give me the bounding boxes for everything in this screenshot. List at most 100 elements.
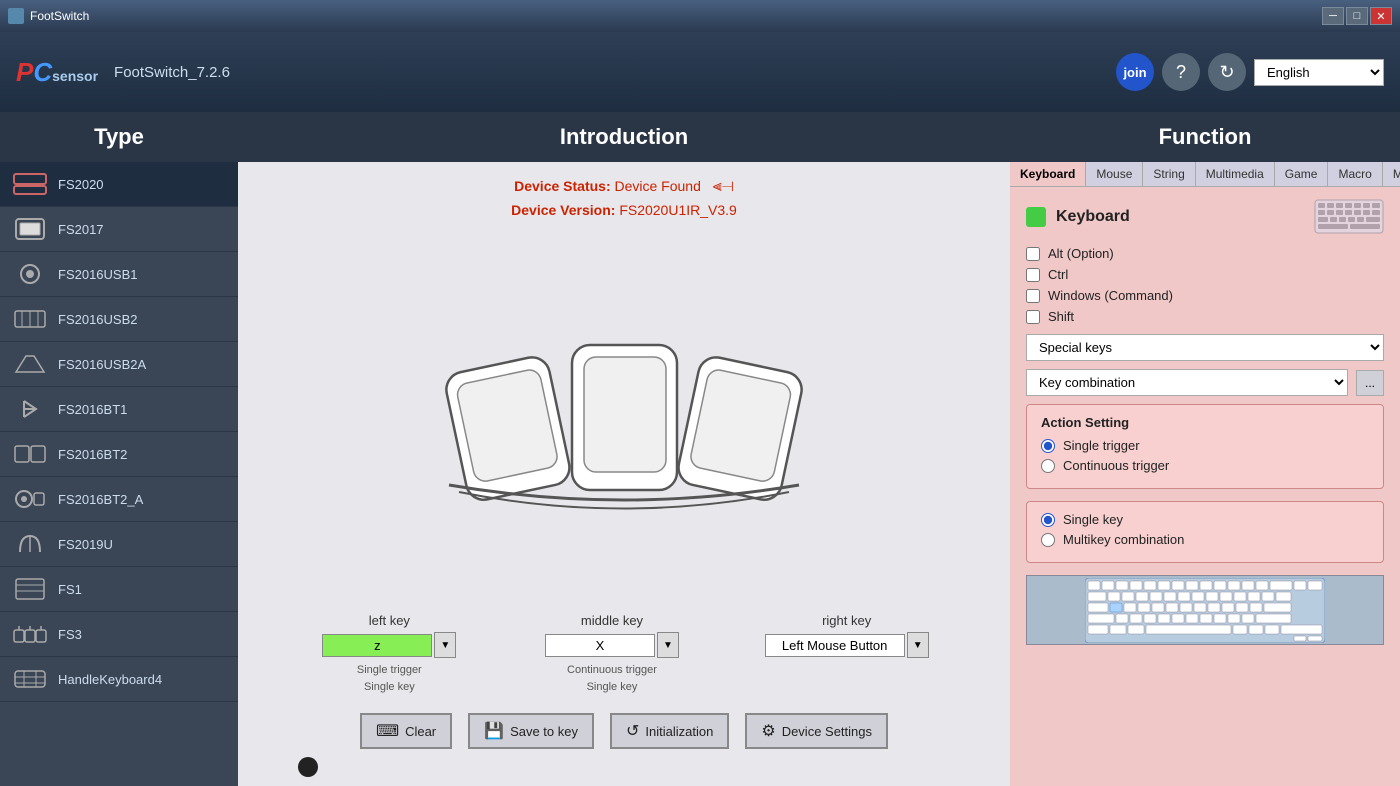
initialization-button[interactable]: ↺ Initialization [610, 713, 729, 749]
action-setting-title: Action Setting [1041, 415, 1369, 430]
logo: PCsensor [16, 57, 98, 88]
keyboard-panel: Keyboard [1010, 187, 1400, 786]
type-header: Type [0, 112, 238, 162]
function-tabs: Keyboard Mouse String Multimedia Game Ma… [1010, 162, 1400, 187]
action-setting-box2: Single key Multikey combination [1026, 501, 1384, 563]
right-key-label: right key [822, 613, 871, 628]
sidebar-icon-handlekeyboard4 [12, 665, 48, 693]
multikey-radio[interactable] [1041, 533, 1055, 547]
tab-mouse[interactable]: Mouse [1086, 162, 1143, 186]
sidebar-icon-fs2016bt1 [12, 395, 48, 423]
right-key-input[interactable] [765, 634, 905, 657]
action-setting-box: Action Setting Single trigger Continuous… [1026, 404, 1384, 489]
right-key-dropdown[interactable]: ▼ [907, 632, 929, 658]
titlebar: FootSwitch ─ □ ✕ [0, 0, 1400, 32]
ctrl-checkbox[interactable] [1026, 268, 1040, 282]
sidebar-item-fs2017[interactable]: FS2017 [0, 207, 238, 252]
sidebar-item-fs2016usb1[interactable]: FS2016USB1 [0, 252, 238, 297]
special-keys-select[interactable]: Special keys F1F2F3F4 F5EscapeEnter TabB… [1026, 334, 1384, 361]
single-key-row: Single key [1041, 512, 1369, 527]
single-trigger-radio[interactable] [1041, 439, 1055, 453]
tab-multimedia[interactable]: Multimedia [1196, 162, 1275, 186]
sidebar-item-fs2016bt1[interactable]: FS2016BT1 [0, 387, 238, 432]
main-layout: Type FS2020FS2017 FS2016USB1 FS2016USB2 FS2… [0, 112, 1400, 786]
left-key-input[interactable] [322, 634, 432, 657]
sidebar-label-fs2016usb1: FS2016USB1 [58, 267, 138, 282]
sidebar-icon-fs2020 [12, 170, 48, 198]
settings-icon: ⚙ [761, 721, 775, 741]
device-status-label: Device Status: [514, 178, 614, 194]
language-select[interactable]: English Chinese German French Spanish [1254, 59, 1384, 86]
shift-label: Shift [1048, 309, 1074, 324]
shift-checkbox[interactable] [1026, 310, 1040, 324]
sidebar-item-fs2016bt2_a[interactable]: FS2016BT2_A [0, 477, 238, 522]
ctrl-label: Ctrl [1048, 267, 1068, 282]
tab-game[interactable]: Game [1275, 162, 1329, 186]
sidebar-label-fs2016bt1: FS2016BT1 [58, 402, 127, 417]
windows-checkbox[interactable] [1026, 289, 1040, 303]
sidebar-item-fs2020[interactable]: FS2020 [0, 162, 238, 207]
device-version-value: FS2020U1IR_V3.9 [619, 202, 737, 218]
center-panel: Introduction Device Status: Device Found… [238, 112, 1010, 786]
single-key-label: Single key [1063, 512, 1123, 527]
left-key-trigger-info: Single triggerSingle key [357, 662, 422, 695]
device-settings-button[interactable]: ⚙ Device Settings [745, 713, 888, 749]
device-info: Device Status: Device Found ⫷⊣ Device Ve… [238, 162, 1010, 226]
device-version-label: Device Version: [511, 202, 619, 218]
tab-keyboard[interactable]: Keyboard [1010, 162, 1086, 186]
help-button[interactable]: ? [1162, 53, 1200, 91]
middle-key-column: middle key ▼ Continuous triggerSingle ke… [542, 613, 682, 695]
middle-key-input[interactable] [545, 634, 655, 657]
close-button[interactable]: ✕ [1370, 7, 1392, 25]
left-key-dropdown[interactable]: ▼ [434, 632, 456, 658]
save-label: Save to key [510, 724, 578, 739]
keyboard-preview-icon [1314, 199, 1384, 234]
sidebar-item-fs2016usb2[interactable]: FS2016USB2 [0, 297, 238, 342]
modifier-ctrl-row: Ctrl [1026, 267, 1384, 282]
save-icon: 💾 [484, 721, 504, 741]
middle-key-dropdown[interactable]: ▼ [657, 632, 679, 658]
sidebar-item-fs2016usb2a[interactable]: FS2016USB2A [0, 342, 238, 387]
sidebar-icon-fs3 [12, 620, 48, 648]
multikey-row: Multikey combination [1041, 532, 1369, 547]
single-key-radio[interactable] [1041, 513, 1055, 527]
modifier-windows-row: Windows (Command) [1026, 288, 1384, 303]
header-icons: join ? ↻ English Chinese German French S… [1116, 53, 1384, 91]
sidebar-item-fs2019u[interactable]: FS2019U [0, 522, 238, 567]
clear-button[interactable]: ⌨ Clear [360, 713, 452, 749]
tab-macro[interactable]: Macro [1328, 162, 1382, 186]
modifier-alt-row: Alt (Option) [1026, 246, 1384, 261]
refresh-button[interactable]: ↻ [1208, 53, 1246, 91]
sidebar-item-fs1[interactable]: FS1 [0, 567, 238, 612]
sidebar-label-fs3: FS3 [58, 627, 82, 642]
sidebar-item-fs2016bt2[interactable]: FS2016BT2 [0, 432, 238, 477]
key-combination-select[interactable]: Key combination Single key Multikey comb… [1026, 369, 1348, 396]
sidebar-label-fs2016usb2a: FS2016USB2A [58, 357, 146, 372]
sidebar-icon-fs2017 [12, 215, 48, 243]
tab-midi[interactable]: MIDI [1383, 162, 1400, 186]
save-to-key-button[interactable]: 💾 Save to key [468, 713, 594, 749]
minimize-button[interactable]: ─ [1322, 7, 1344, 25]
usb-icon: ⫷⊣ [713, 178, 734, 196]
device-status: Device Status: Device Found ⫷⊣ [238, 178, 1010, 196]
app-title: FootSwitch_7.2.6 [114, 64, 230, 81]
alt-checkbox[interactable] [1026, 247, 1040, 261]
key-combo-more-button[interactable]: ... [1356, 370, 1384, 396]
sidebar-icon-fs2016bt2 [12, 440, 48, 468]
sidebar-item-fs3[interactable]: FS3 [0, 612, 238, 657]
middle-key-trigger-info: Continuous triggerSingle key [567, 662, 657, 695]
single-trigger-row: Single trigger [1041, 438, 1369, 453]
sidebar-label-handlekeyboard4: HandleKeyboard4 [58, 672, 162, 687]
sidebar-icon-fs1 [12, 575, 48, 603]
continuous-trigger-radio[interactable] [1041, 459, 1055, 473]
tab-string[interactable]: String [1143, 162, 1195, 186]
left-key-column: left key ▼ Single triggerSingle key [319, 613, 459, 695]
pedal-area [238, 226, 1010, 613]
maximize-button[interactable]: □ [1346, 7, 1368, 25]
dot-indicator [238, 757, 1010, 786]
middle-key-label: middle key [581, 613, 643, 628]
left-key-label: left key [369, 613, 410, 628]
join-button[interactable]: join [1116, 53, 1154, 91]
device-version: Device Version: FS2020U1IR_V3.9 [238, 202, 1010, 218]
sidebar-item-handlekeyboard4[interactable]: HandleKeyboard4 [0, 657, 238, 702]
